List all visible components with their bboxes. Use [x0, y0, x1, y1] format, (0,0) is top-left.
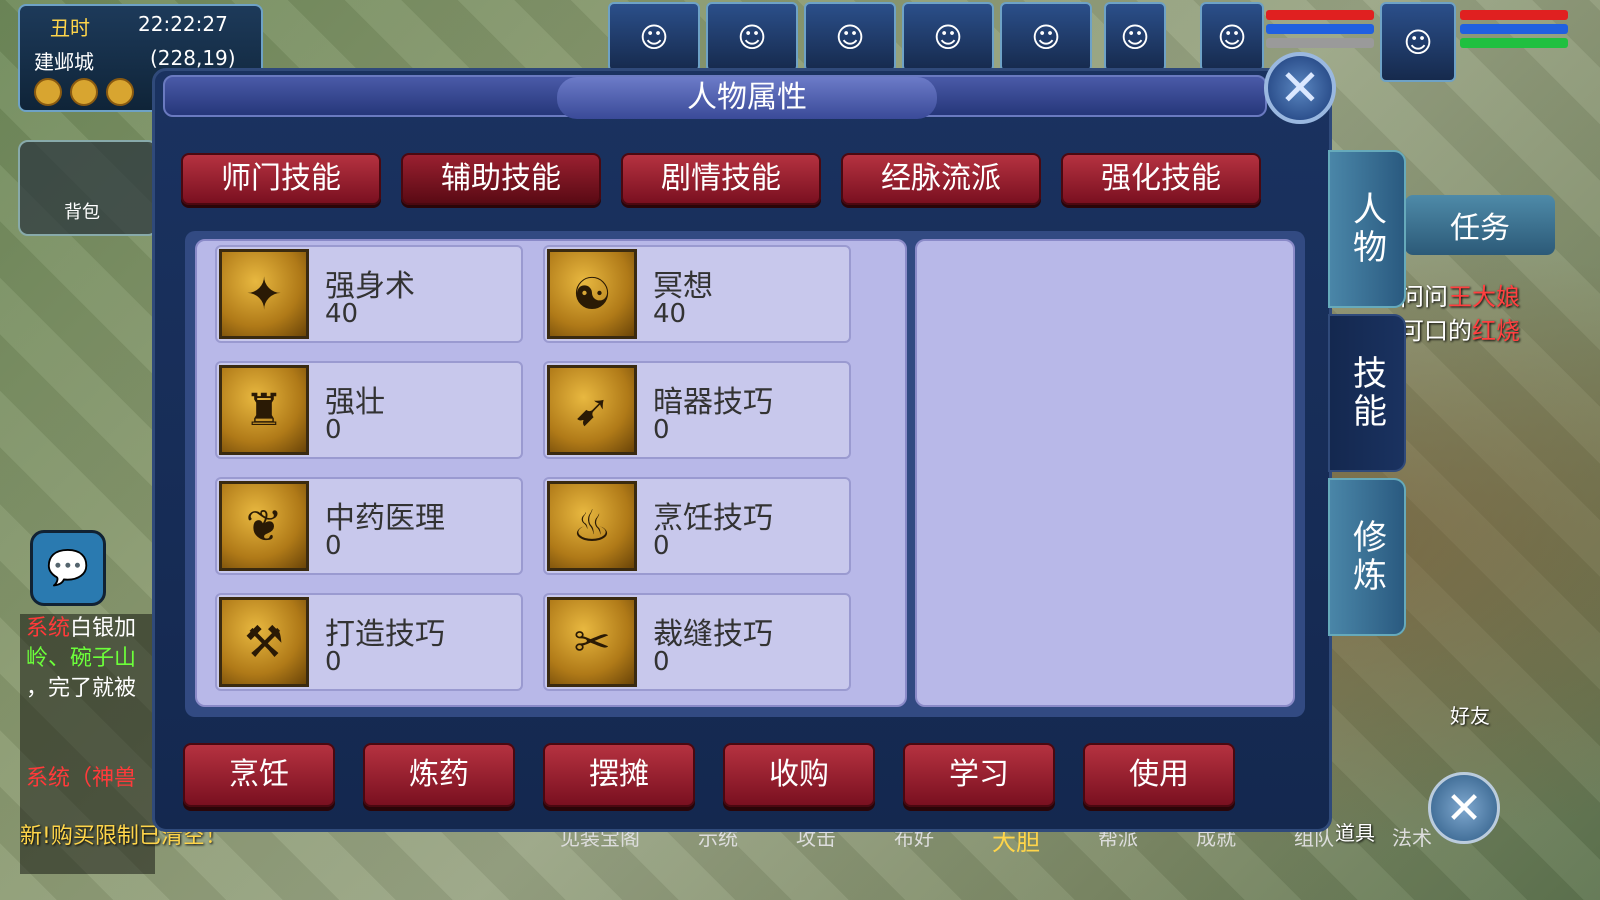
hud-mini-icons [34, 78, 134, 106]
quest-tracker[interactable]: 问问王大娘 可口的红烧 [1400, 280, 1520, 348]
skill-list: ✦ 强身术 40 ☯ 冥想 40 ♜ 强壮 0 ➹ 暗器技巧 0 ❦ 中药医理 [195, 239, 907, 707]
player-avatar[interactable]: ☺ [1380, 2, 1456, 82]
chat-tag: 系统 [26, 616, 71, 641]
skill-item[interactable]: ➹ 暗器技巧 0 [543, 361, 851, 459]
stall-button[interactable]: 摆摊 [543, 743, 695, 807]
skill-level: 0 [653, 415, 670, 445]
game-time: 丑时 [50, 16, 90, 40]
party-portrait-3[interactable]: ☺ [804, 2, 896, 72]
skill-level: 0 [325, 415, 342, 445]
party-portrait-5[interactable]: ☺ [1000, 2, 1092, 72]
pet-portrait[interactable]: ☺ [1104, 2, 1166, 72]
tab-auxiliary-skills[interactable]: 辅助技能 [401, 153, 601, 205]
strength-icon: ✦ [219, 249, 309, 339]
close-icon: ✕ [1445, 782, 1483, 834]
party-portrait-1[interactable]: ☺ [608, 2, 700, 72]
party-portrait-4[interactable]: ☺ [902, 2, 994, 72]
tab-story-skills[interactable]: 剧情技能 [621, 153, 821, 205]
quest-text: 可口的 [1400, 317, 1472, 345]
coordinates: (228,19) [150, 46, 236, 70]
chat-button[interactable]: 💬 [30, 530, 106, 606]
friend-button[interactable]: 好友 [1435, 660, 1505, 730]
use-button[interactable]: 使用 [1083, 743, 1235, 807]
skill-detail-area [915, 239, 1295, 707]
quest-item: 红烧 [1472, 317, 1520, 345]
chat-bubble-icon: 💬 [46, 548, 90, 588]
side-tab-skills[interactable]: 技能 [1328, 314, 1406, 472]
skill-item[interactable]: ♨ 烹饪技巧 0 [543, 477, 851, 575]
cook-button[interactable]: 烹饪 [183, 743, 335, 807]
pet-avatar[interactable]: ☺ [1200, 2, 1264, 72]
tab-enhance-skills[interactable]: 强化技能 [1061, 153, 1261, 205]
bag-label: 背包 [64, 202, 100, 223]
party-portrait-2[interactable]: ☺ [706, 2, 798, 72]
side-tab-character[interactable]: 人物 [1328, 150, 1406, 308]
chat-line: ，完了就被 [26, 676, 137, 701]
bag-button[interactable]: 背包 [18, 140, 158, 236]
skill-level: 40 [653, 299, 687, 329]
skill-item[interactable]: ⚒ 打造技巧 0 [215, 593, 523, 691]
side-tab-cultivation[interactable]: 修炼 [1328, 478, 1406, 636]
gold-icon[interactable] [70, 78, 98, 106]
cooking-icon: ♨ [547, 481, 637, 571]
chat-line: 白银加 [70, 616, 137, 641]
skill-level: 0 [653, 647, 670, 677]
bottom-strip-item[interactable]: 法术 [1392, 822, 1432, 857]
quest-npc: 王大娘 [1448, 283, 1520, 311]
tab-meridian-school[interactable]: 经脉流派 [841, 153, 1041, 205]
skill-name: 打造技巧 [325, 617, 445, 652]
skill-item[interactable]: ☯ 冥想 40 [543, 245, 851, 343]
close-menu-button[interactable]: ✕ [1428, 772, 1500, 844]
chat-line: 岭、碗子山 [26, 646, 137, 671]
skill-level: 40 [325, 299, 359, 329]
panel-close-button[interactable]: ✕ [1264, 52, 1336, 124]
skills-content: ✦ 强身术 40 ☯ 冥想 40 ♜ 强壮 0 ➹ 暗器技巧 0 ❦ 中药医理 [185, 231, 1305, 717]
skill-name: 裁缝技巧 [653, 617, 773, 652]
alchemy-button[interactable]: 炼药 [363, 743, 515, 807]
scissors-icon: ✂ [547, 597, 637, 687]
quest-tab[interactable]: 任务 [1405, 195, 1555, 255]
player-status-bars [1460, 6, 1568, 80]
skill-level: 0 [325, 531, 342, 561]
dart-icon: ➹ [547, 365, 637, 455]
purchase-button[interactable]: 收购 [723, 743, 875, 807]
up-arrow-icon[interactable] [34, 78, 62, 106]
city-name: 建邺城 [34, 50, 94, 74]
panel-titlebar: 人物属性 [163, 75, 1267, 119]
close-icon: ✕ [1279, 59, 1321, 117]
learn-button[interactable]: 学习 [903, 743, 1055, 807]
clock: 22:22:27 [138, 12, 228, 36]
skill-item[interactable]: ♜ 强壮 0 [215, 361, 523, 459]
skill-name: 烹饪技巧 [653, 501, 773, 536]
friend-label: 好友 [1450, 704, 1490, 728]
muscle-icon: ♜ [219, 365, 309, 455]
skill-name: 暗器技巧 [653, 385, 773, 420]
skill-item[interactable]: ✦ 强身术 40 [215, 245, 523, 343]
herb-icon: ❦ [219, 481, 309, 571]
quest-text: 问问 [1400, 283, 1448, 311]
skill-item[interactable]: ❦ 中药医理 0 [215, 477, 523, 575]
tab-sect-skills[interactable]: 师门技能 [181, 153, 381, 205]
compass-icon[interactable] [106, 78, 134, 106]
skill-level: 0 [653, 531, 670, 561]
skill-item[interactable]: ✂ 裁缝技巧 0 [543, 593, 851, 691]
chat-tag: 系统 [26, 766, 71, 791]
skill-level: 0 [325, 647, 342, 677]
character-attributes-panel: 人物属性 师门技能 辅助技能 剧情技能 经脉流派 强化技能 ✦ 强身术 40 ☯… [152, 68, 1332, 832]
skill-tabs: 师门技能 辅助技能 剧情技能 经脉流派 强化技能 [181, 153, 1261, 205]
chat-line: （神兽 [70, 766, 137, 791]
hammer-icon: ⚒ [219, 597, 309, 687]
meditation-icon: ☯ [547, 249, 637, 339]
panel-title: 人物属性 [557, 77, 937, 119]
skill-name: 中药医理 [325, 501, 445, 536]
action-buttons: 烹饪 炼药 摆摊 收购 学习 使用 [183, 743, 1235, 807]
